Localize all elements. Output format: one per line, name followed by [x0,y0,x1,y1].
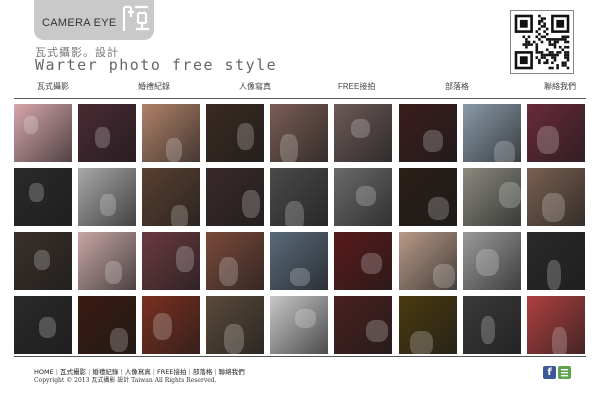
gallery-photo[interactable] [399,296,457,354]
gallery-photo[interactable] [78,168,136,226]
gallery-photo[interactable] [399,232,457,290]
gallery-photo[interactable] [78,232,136,290]
gallery-photo[interactable] [78,296,136,354]
copyright-text: Copyright © 2013 瓦式攝影 設計 Taiwan All Righ… [34,377,217,384]
camera-eye-logo-mark-icon [122,5,149,31]
gallery-photo[interactable] [463,296,521,354]
gallery-photo[interactable] [270,296,328,354]
gallery-photo[interactable] [14,168,72,226]
nav-item-free-shoot[interactable]: FREE接拍 [338,81,375,92]
gallery-photo[interactable] [334,168,392,226]
nav-item-warter-photo[interactable]: 瓦式攝影 [37,81,69,92]
main-nav: 瓦式攝影 婚禮紀錄 人像寫真 FREE接拍 部落格 聯絡我們 [30,81,580,97]
share-icon[interactable] [558,366,571,379]
gallery-photo[interactable] [14,232,72,290]
gallery-photo[interactable] [463,232,521,290]
gallery-photo[interactable] [270,168,328,226]
photo-gallery [14,104,586,354]
logo-text: CAMERA EYE [42,17,117,29]
gallery-photo[interactable] [527,104,585,162]
nav-divider [14,98,586,99]
nav-item-contact[interactable]: 聯絡我們 [544,81,576,92]
gallery-photo[interactable] [142,232,200,290]
gallery-photo[interactable] [527,168,585,226]
nav-item-blog[interactable]: 部落格 [445,81,469,92]
gallery-photo[interactable] [142,296,200,354]
gallery-photo[interactable] [334,232,392,290]
gallery-photo[interactable] [270,104,328,162]
gallery-photo[interactable] [334,296,392,354]
gallery-photo[interactable] [206,168,264,226]
gallery-photo[interactable] [527,232,585,290]
nav-item-portrait[interactable]: 人像寫真 [239,81,271,92]
gallery-photo[interactable] [334,104,392,162]
gallery-photo[interactable] [142,104,200,162]
gallery-photo[interactable] [78,104,136,162]
footer-link-contact[interactable]: 聯絡我們 [219,368,245,376]
gallery-photo[interactable] [399,168,457,226]
gallery-photo[interactable] [270,232,328,290]
gallery-photo[interactable] [463,104,521,162]
footer-divider [14,356,586,357]
gallery-photo[interactable] [206,232,264,290]
gallery-photo[interactable] [463,168,521,226]
gallery-photo[interactable] [399,104,457,162]
brand-english-name: Warter photo free style [35,56,278,74]
qr-code [510,10,574,74]
gallery-photo[interactable] [142,168,200,226]
gallery-photo[interactable] [527,296,585,354]
gallery-photo[interactable] [206,296,264,354]
facebook-icon[interactable]: f [543,366,556,379]
logo-tab[interactable]: CAMERA EYE [34,0,154,40]
nav-item-wedding-records[interactable]: 婚禮紀錄 [138,81,170,92]
gallery-photo[interactable] [14,296,72,354]
gallery-photo[interactable] [14,104,72,162]
gallery-photo[interactable] [206,104,264,162]
